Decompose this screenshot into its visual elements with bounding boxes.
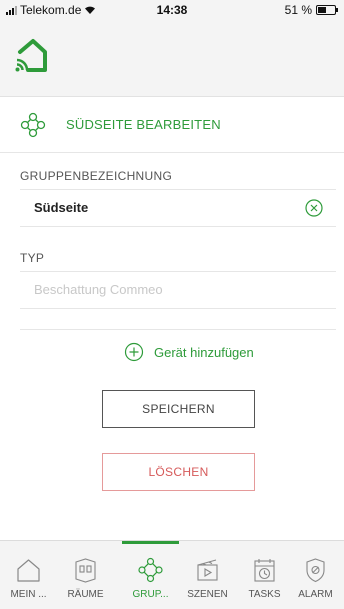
scenes-icon [197, 559, 218, 581]
type-label: TYP [20, 251, 45, 265]
rooms-icon [75, 558, 96, 583]
tab-home[interactable]: MEIN ... [0, 541, 57, 609]
alarm-icon [306, 558, 325, 583]
type-input [34, 282, 294, 297]
home-icon [17, 559, 40, 582]
tasks-icon [254, 559, 275, 582]
battery-info: 51 % [284, 3, 338, 17]
group-name-input[interactable] [34, 200, 294, 215]
plus-circle-icon [124, 342, 144, 362]
tab-label: SZENEN [187, 589, 228, 600]
clear-icon[interactable] [304, 198, 324, 218]
name-label: GRUPPENBEZEICHNUNG [20, 169, 173, 183]
app-header [0, 20, 344, 97]
tab-label: TASKS [248, 589, 281, 600]
tab-tasks[interactable]: TASKS [236, 541, 293, 609]
group-icon [20, 112, 46, 138]
tab-alarm[interactable]: ALARM [287, 541, 344, 609]
delete-button[interactable]: LÖSCHEN [102, 453, 255, 491]
page-header: SÜDSEITE BEARBEITEN [0, 96, 344, 153]
tab-label: ALARM [298, 589, 333, 600]
divider [20, 329, 336, 330]
battery-icon [316, 5, 338, 15]
battery-percent: 51 % [284, 3, 312, 17]
page-title: SÜDSEITE BEARBEITEN [66, 117, 221, 132]
name-field [20, 189, 336, 227]
save-button[interactable]: SPEICHERN [102, 390, 255, 428]
tab-bar: MEIN ... RÄUME GRUP... SZENEN TASKS ALAR… [0, 540, 344, 609]
tab-rooms[interactable]: RÄUME [57, 541, 114, 609]
add-device-button[interactable]: Gerät hinzufügen [124, 342, 254, 362]
group-icon [138, 557, 163, 583]
tab-scenes[interactable]: SZENEN [179, 541, 236, 609]
tab-label: MEIN ... [10, 589, 47, 600]
status-bar: Telekom.de 14:38 51 % [0, 0, 344, 20]
add-device-label: Gerät hinzufügen [154, 344, 254, 360]
tab-label: RÄUME [67, 589, 104, 600]
home-wifi-logo [15, 39, 47, 72]
type-field [20, 271, 336, 309]
tab-label: GRUP... [132, 589, 169, 600]
tab-groups[interactable]: GRUP... [122, 541, 179, 609]
